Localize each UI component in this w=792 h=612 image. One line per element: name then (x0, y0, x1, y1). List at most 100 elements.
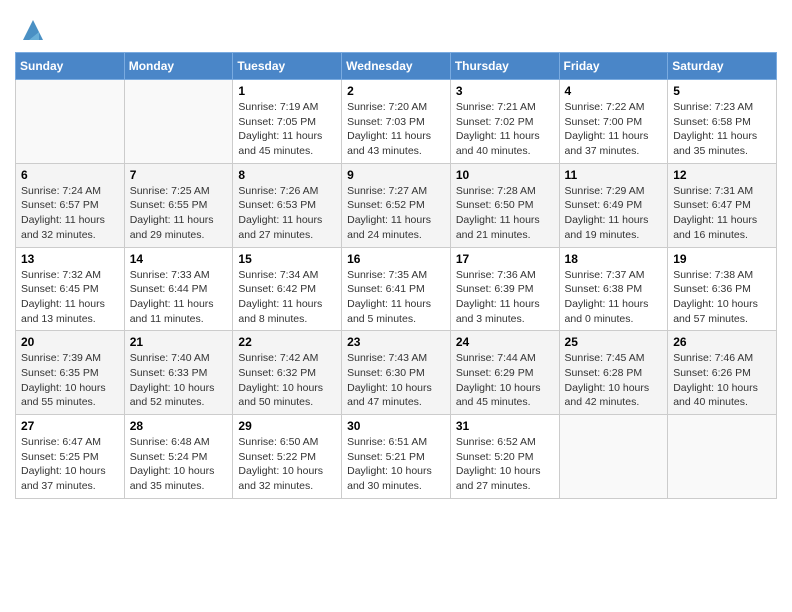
page-header (15, 10, 777, 44)
day-info: Sunrise: 7:44 AMSunset: 6:29 PMDaylight:… (456, 351, 554, 410)
calendar-cell: 30 Sunrise: 6:51 AMSunset: 5:21 PMDayligh… (342, 415, 451, 499)
day-number: 16 (347, 252, 445, 266)
day-info: Sunrise: 7:37 AMSunset: 6:38 PMDaylight:… (565, 268, 663, 327)
day-info: Sunrise: 7:34 AMSunset: 6:42 PMDaylight:… (238, 268, 336, 327)
day-number: 14 (130, 252, 228, 266)
weekday-header: Wednesday (342, 53, 451, 80)
day-number: 29 (238, 419, 336, 433)
day-number: 12 (673, 168, 771, 182)
day-number: 1 (238, 84, 336, 98)
day-info: Sunrise: 7:43 AMSunset: 6:30 PMDaylight:… (347, 351, 445, 410)
calendar-cell: 12Sunrise: 7:31 AMSunset: 6:47 PMDayligh… (668, 163, 777, 247)
calendar-cell: 11Sunrise: 7:29 AMSunset: 6:49 PMDayligh… (559, 163, 668, 247)
day-number: 19 (673, 252, 771, 266)
calendar-week-row: 27 Sunrise: 6:47 AMSunset: 5:25 PMDayligh… (16, 415, 777, 499)
day-number: 27 (21, 419, 119, 433)
day-info: Sunrise: 7:21 AMSunset: 7:02 PMDaylight:… (456, 100, 554, 159)
day-info: Sunrise: 7:28 AMSunset: 6:50 PMDaylight:… (456, 184, 554, 243)
day-number: 28 (130, 419, 228, 433)
logo (15, 16, 47, 44)
day-info: Sunrise: 7:19 AMSunset: 7:05 PMDaylight:… (238, 100, 336, 159)
calendar-cell: 6 Sunrise: 7:24 AMSunset: 6:57 PMDaylight… (16, 163, 125, 247)
calendar-cell: 16 Sunrise: 7:35 AMSunset: 6:41 PMDayligh… (342, 247, 451, 331)
day-info: Sunrise: 7:40 AMSunset: 6:33 PMDaylight:… (130, 351, 228, 410)
calendar-cell: 28 Sunrise: 6:48 AMSunset: 5:24 PMDayligh… (124, 415, 233, 499)
day-number: 25 (565, 335, 663, 349)
day-number: 21 (130, 335, 228, 349)
day-info: Sunrise: 7:25 AMSunset: 6:55 PMDaylight:… (130, 184, 228, 243)
day-number: 5 (673, 84, 771, 98)
day-number: 11 (565, 168, 663, 182)
day-number: 9 (347, 168, 445, 182)
day-number: 23 (347, 335, 445, 349)
calendar-cell: 17Sunrise: 7:36 AMSunset: 6:39 PMDayligh… (450, 247, 559, 331)
calendar-cell: 1 Sunrise: 7:19 AMSunset: 7:05 PMDaylight… (233, 80, 342, 164)
day-info: Sunrise: 7:35 AMSunset: 6:41 PMDaylight:… (347, 268, 445, 327)
calendar-table: SundayMondayTuesdayWednesdayThursdayFrid… (15, 52, 777, 499)
day-info: Sunrise: 6:47 AMSunset: 5:25 PMDaylight:… (21, 435, 119, 494)
day-info: Sunrise: 7:22 AMSunset: 7:00 PMDaylight:… (565, 100, 663, 159)
day-info: Sunrise: 7:24 AMSunset: 6:57 PMDaylight:… (21, 184, 119, 243)
calendar-cell (559, 415, 668, 499)
day-number: 24 (456, 335, 554, 349)
calendar-cell: 9Sunrise: 7:27 AMSunset: 6:52 PMDaylight… (342, 163, 451, 247)
day-info: Sunrise: 7:36 AMSunset: 6:39 PMDaylight:… (456, 268, 554, 327)
calendar-cell: 18 Sunrise: 7:37 AMSunset: 6:38 PMDayligh… (559, 247, 668, 331)
calendar-week-row: 6 Sunrise: 7:24 AMSunset: 6:57 PMDaylight… (16, 163, 777, 247)
day-number: 10 (456, 168, 554, 182)
weekday-header: Saturday (668, 53, 777, 80)
calendar-cell: 13 Sunrise: 7:32 AMSunset: 6:45 PMDayligh… (16, 247, 125, 331)
day-info: Sunrise: 6:51 AMSunset: 5:21 PMDaylight:… (347, 435, 445, 494)
calendar-cell: 7 Sunrise: 7:25 AMSunset: 6:55 PMDaylight… (124, 163, 233, 247)
day-info: Sunrise: 7:32 AMSunset: 6:45 PMDaylight:… (21, 268, 119, 327)
weekday-header: Friday (559, 53, 668, 80)
calendar-cell: 23 Sunrise: 7:43 AMSunset: 6:30 PMDayligh… (342, 331, 451, 415)
calendar-cell (668, 415, 777, 499)
day-number: 20 (21, 335, 119, 349)
day-number: 6 (21, 168, 119, 182)
day-info: Sunrise: 7:39 AMSunset: 6:35 PMDaylight:… (21, 351, 119, 410)
calendar-cell (16, 80, 125, 164)
day-number: 2 (347, 84, 445, 98)
day-info: Sunrise: 7:42 AMSunset: 6:32 PMDaylight:… (238, 351, 336, 410)
day-number: 15 (238, 252, 336, 266)
weekday-header: Thursday (450, 53, 559, 80)
day-info: Sunrise: 7:26 AMSunset: 6:53 PMDaylight:… (238, 184, 336, 243)
calendar-cell: 3 Sunrise: 7:21 AMSunset: 7:02 PMDaylight… (450, 80, 559, 164)
calendar-cell: 20 Sunrise: 7:39 AMSunset: 6:35 PMDayligh… (16, 331, 125, 415)
day-number: 30 (347, 419, 445, 433)
calendar-week-row: 13 Sunrise: 7:32 AMSunset: 6:45 PMDayligh… (16, 247, 777, 331)
weekday-header: Sunday (16, 53, 125, 80)
day-info: Sunrise: 6:52 AMSunset: 5:20 PMDaylight:… (456, 435, 554, 494)
day-info: Sunrise: 6:50 AMSunset: 5:22 PMDaylight:… (238, 435, 336, 494)
calendar-cell (124, 80, 233, 164)
day-info: Sunrise: 7:46 AMSunset: 6:26 PMDaylight:… (673, 351, 771, 410)
day-info: Sunrise: 7:38 AMSunset: 6:36 PMDaylight:… (673, 268, 771, 327)
calendar-cell: 10 Sunrise: 7:28 AMSunset: 6:50 PMDayligh… (450, 163, 559, 247)
calendar-cell: 14Sunrise: 7:33 AMSunset: 6:44 PMDayligh… (124, 247, 233, 331)
calendar-cell: 4 Sunrise: 7:22 AMSunset: 7:00 PMDaylight… (559, 80, 668, 164)
day-info: Sunrise: 7:23 AMSunset: 6:58 PMDaylight:… (673, 100, 771, 159)
day-info: Sunrise: 7:20 AMSunset: 7:03 PMDaylight:… (347, 100, 445, 159)
calendar-cell: 31 Sunrise: 6:52 AMSunset: 5:20 PMDayligh… (450, 415, 559, 499)
day-number: 22 (238, 335, 336, 349)
calendar-cell: 19 Sunrise: 7:38 AMSunset: 6:36 PMDayligh… (668, 247, 777, 331)
day-number: 4 (565, 84, 663, 98)
day-number: 13 (21, 252, 119, 266)
calendar-cell: 2 Sunrise: 7:20 AMSunset: 7:03 PMDaylight… (342, 80, 451, 164)
day-number: 18 (565, 252, 663, 266)
day-number: 3 (456, 84, 554, 98)
calendar-cell: 5 Sunrise: 7:23 AMSunset: 6:58 PMDaylight… (668, 80, 777, 164)
weekday-header: Tuesday (233, 53, 342, 80)
calendar-cell: 25 Sunrise: 7:45 AMSunset: 6:28 PMDayligh… (559, 331, 668, 415)
calendar-cell: 21 Sunrise: 7:40 AMSunset: 6:33 PMDayligh… (124, 331, 233, 415)
calendar-cell: 26Sunrise: 7:46 AMSunset: 6:26 PMDayligh… (668, 331, 777, 415)
day-info: Sunrise: 6:48 AMSunset: 5:24 PMDaylight:… (130, 435, 228, 494)
day-number: 7 (130, 168, 228, 182)
day-info: Sunrise: 7:45 AMSunset: 6:28 PMDaylight:… (565, 351, 663, 410)
logo-icon (19, 16, 47, 44)
calendar-cell: 24 Sunrise: 7:44 AMSunset: 6:29 PMDayligh… (450, 331, 559, 415)
calendar-header-row: SundayMondayTuesdayWednesdayThursdayFrid… (16, 53, 777, 80)
day-number: 31 (456, 419, 554, 433)
calendar-cell: 27 Sunrise: 6:47 AMSunset: 5:25 PMDayligh… (16, 415, 125, 499)
